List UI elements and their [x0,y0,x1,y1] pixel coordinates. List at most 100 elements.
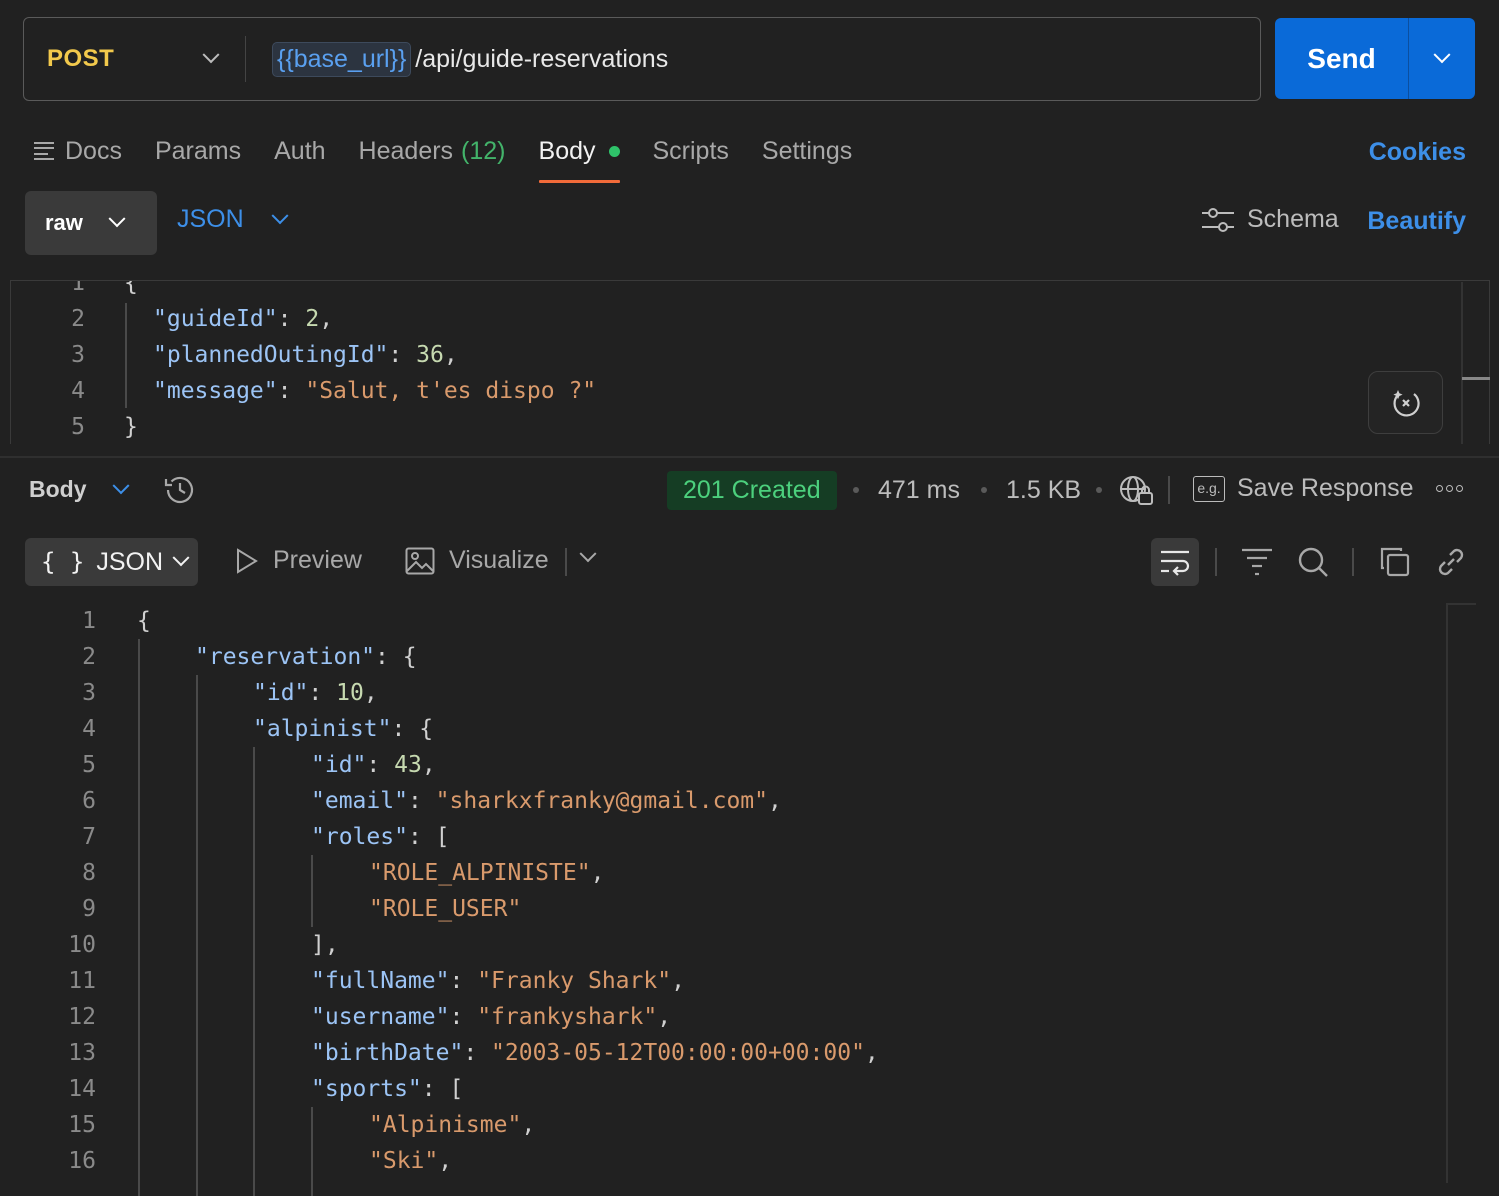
tab-settings[interactable]: Settings [762,128,852,174]
tab-scripts[interactable]: Scripts [653,128,729,174]
line-number: 16 [68,1148,96,1174]
json-key: "username" [311,1004,450,1030]
schema-button[interactable]: Schema [1201,205,1339,234]
json-string: "Franky Shark" [477,968,672,994]
code-line: "guideId": 2, [153,301,333,337]
history-icon[interactable] [163,474,197,511]
json-punct: : [277,306,292,332]
code-line: "id": 10, [253,675,378,711]
send-dropdown-button[interactable] [1409,45,1475,65]
beautify-button[interactable]: Beautify [1367,207,1466,236]
editor-gutter-divider [1461,282,1463,444]
code-line: { [137,603,151,639]
preview-button[interactable]: Preview [235,546,362,575]
pane-splitter[interactable] [0,456,1499,458]
line-number: 5 [71,414,85,440]
response-body-viewer[interactable]: 1{2 "reservation": {3 "id": 10, 4 "alpinist"… [0,603,1499,1196]
body-modified-dot [608,145,620,157]
json-punct: : [308,680,323,706]
json-key: "id" [311,752,367,778]
json-key: "birthDate" [311,1040,464,1066]
code-line: } [124,409,138,444]
json-punct: , [363,680,378,706]
url-variable[interactable]: {{base_url}} [272,41,412,77]
response-body-select[interactable]: Body [29,476,129,503]
code-line: "roles": [ [311,819,450,855]
scrollbar-marker[interactable] [1462,377,1490,380]
request-body-editor[interactable]: 1{2 "guideId": 2, 3 "plannedOutingId": 36, 4… [10,280,1490,444]
response-size[interactable]: 1.5 KB [1006,476,1081,505]
network-lock-icon[interactable] [1119,474,1155,506]
json-text [477,1040,491,1066]
response-format-select[interactable]: { } JSON [25,538,198,586]
json-number: 10 [336,680,364,706]
method-select[interactable]: POST [24,36,246,82]
line-number: 4 [82,716,96,742]
line-number: 3 [82,680,96,706]
wrap-lines-button[interactable] [1151,538,1199,586]
chevron-down-icon [202,46,220,64]
body-format-select[interactable]: JSON [177,205,289,234]
tab-docs[interactable]: Docs [34,128,122,174]
json-punct: , [590,860,605,886]
schema-label: Schema [1247,205,1339,233]
response-scrollbar[interactable] [1446,603,1448,1183]
cookies-link[interactable]: Cookies [1369,138,1466,167]
json-punct: : [277,378,292,404]
chevron-down-icon [1433,45,1451,63]
tab-body[interactable]: Body [538,128,620,183]
line-number: 13 [68,1040,96,1066]
example-icon: e.g. [1193,475,1225,502]
send-button[interactable]: Send [1275,18,1475,99]
copy-icon[interactable] [1379,546,1411,578]
tab-headers[interactable]: Headers (12) [359,128,506,174]
search-icon[interactable] [1297,546,1329,578]
json-string: "Ski" [369,1148,439,1174]
view-more-dropdown[interactable] [579,545,597,564]
json-number: 43 [394,752,422,778]
link-icon[interactable] [1435,546,1467,578]
json-punct: { [137,608,151,634]
code-line: "fullName": "Franky Shark", [311,963,685,999]
url-input[interactable]: /api/guide-reservations [415,45,668,74]
json-punct: : [407,788,422,814]
request-tabs: Docs Params Auth Headers (12) Body Scrip… [34,128,885,183]
response-time[interactable]: 471 ms [878,476,960,505]
visualize-button[interactable]: Visualize [405,546,549,575]
code-line: "id": 43, [311,747,436,783]
tab-params[interactable]: Params [155,128,241,174]
separator-dot [1096,487,1102,493]
json-punct: , [521,1112,536,1138]
response-body-label: Body [29,476,87,502]
line-number: 4 [71,378,85,404]
json-punct: , [768,788,782,814]
response-format-label: JSON [96,547,164,576]
save-response-button[interactable]: e.g. Save Response [1193,474,1414,503]
ai-assist-button[interactable] [1368,371,1443,434]
divider [1215,548,1217,576]
status-badge[interactable]: 201 Created [667,471,837,510]
response-scrollbar-top [1446,603,1476,605]
json-punct: : [375,644,389,670]
json-text [402,342,416,368]
body-mode-select[interactable]: raw [25,191,157,255]
json-text [463,1004,477,1030]
divider [565,548,567,576]
headers-count: (12) [461,136,506,165]
url-bar: POST {{base_url}} /api/guide-reservation… [23,17,1261,101]
json-string: "Salut, t'es dispo ?" [305,378,597,404]
tab-label: Auth [274,136,326,165]
docs-icon [34,142,54,160]
json-text [463,968,477,994]
line-number: 14 [68,1076,96,1102]
json-text [436,1076,450,1102]
filter-icon[interactable] [1241,546,1273,576]
tab-auth[interactable]: Auth [274,128,325,174]
json-punct: [ [449,1076,464,1102]
json-string: "ROLE_ALPINISTE" [369,860,591,886]
json-key: "email" [311,788,408,814]
sliders-icon [1202,207,1234,232]
more-options-icon[interactable] [1436,485,1463,492]
json-punct: } [124,414,138,440]
json-text [405,716,419,742]
